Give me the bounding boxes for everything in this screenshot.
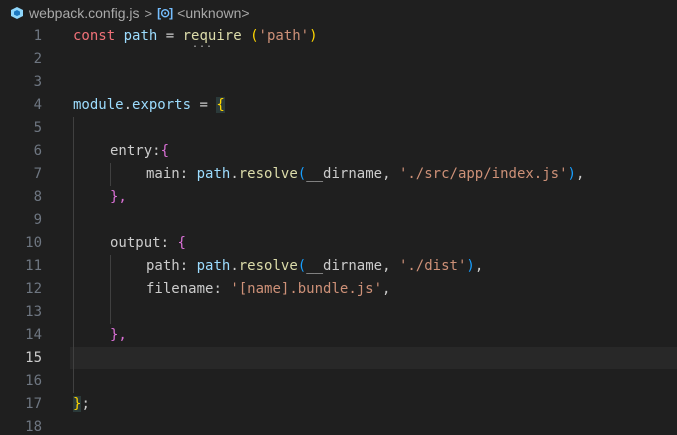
bracket: ( — [297, 258, 307, 274]
operator: , — [382, 258, 391, 274]
property-key: path — [146, 258, 180, 274]
bracket: }, — [110, 189, 127, 205]
line-number: 4 — [33, 97, 42, 113]
property-key: main — [146, 166, 180, 182]
line-number: 5 — [33, 120, 42, 136]
operator: ; — [81, 396, 90, 412]
code-line-12[interactable]: filename: '[name].bundle.js', — [146, 281, 390, 297]
bracket-highlighted: { — [216, 97, 225, 113]
property-key: entry — [110, 143, 153, 159]
code-line-11[interactable]: path: path.resolve(__dirname, './dist'), — [146, 258, 483, 274]
operator: , — [575, 166, 585, 182]
operator: : — [152, 143, 161, 159]
bracket: ( — [250, 28, 259, 44]
operator: , — [382, 281, 391, 297]
breadcrumb: webpack.config.js > [⊙] <unknown> — [0, 0, 677, 26]
operator: : — [179, 258, 189, 274]
code-line-10[interactable]: output: { — [110, 235, 186, 251]
operator: = — [199, 97, 208, 113]
indent-guide — [110, 163, 111, 186]
bracket: ) — [567, 166, 576, 182]
code-line-4[interactable]: module.exports = { — [73, 97, 225, 113]
code-line-6[interactable]: entry:{ — [110, 143, 169, 159]
line-number: 3 — [33, 74, 42, 90]
line-number: 7 — [33, 166, 42, 182]
line-number: 11 — [25, 258, 42, 274]
line-number-active: 15 — [25, 350, 42, 366]
line-number: 16 — [25, 373, 42, 389]
current-line-highlight — [70, 347, 677, 369]
breadcrumb-symbol[interactable]: <unknown> — [177, 5, 249, 21]
line-number: 17 — [25, 396, 42, 412]
symbol-variable-icon: [⊙] — [157, 6, 173, 20]
string-literal: '[name].bundle.js' — [230, 281, 383, 297]
line-number: 18 — [25, 419, 42, 435]
operator: : — [179, 166, 189, 182]
line-number: 12 — [25, 281, 42, 297]
indent-guide — [110, 255, 111, 324]
identifier: __dirname — [306, 258, 383, 274]
line-number: 10 — [25, 235, 42, 251]
webpack-cube-icon — [10, 6, 24, 20]
operator: : — [160, 235, 170, 251]
identifier: exports — [132, 97, 192, 113]
line-number: 9 — [33, 212, 42, 228]
line-number: 13 — [25, 304, 42, 320]
identifier: module — [73, 97, 124, 113]
property-key: filename — [146, 281, 214, 297]
line-number: 6 — [33, 143, 42, 159]
identifier: __dirname — [306, 166, 383, 182]
function-call: resolve — [238, 258, 298, 274]
bracket: }, — [110, 327, 127, 343]
code-line-8[interactable]: }, — [110, 189, 127, 205]
code-line-17[interactable]: }; — [73, 396, 90, 412]
bracket: { — [160, 143, 170, 159]
hover-hint-dots: ... — [192, 39, 214, 50]
operator: . — [123, 97, 133, 113]
property-key: output — [110, 235, 161, 251]
identifier: path — [196, 258, 231, 274]
code-line-14[interactable]: }, — [110, 327, 127, 343]
chevron-right-icon: > — [144, 5, 153, 21]
bracket: ) — [309, 28, 318, 44]
identifier: path — [123, 28, 158, 44]
breadcrumb-file[interactable]: webpack.config.js — [29, 5, 140, 21]
code-editor[interactable]: webpack.config.js > [⊙] <unknown> 1 2 3 … — [0, 0, 677, 435]
operator: . — [230, 166, 239, 182]
operator: : — [213, 281, 222, 297]
bracket: ( — [297, 166, 307, 182]
string-literal: './dist' — [398, 258, 467, 274]
line-number: 14 — [25, 327, 42, 343]
keyword-const: const — [73, 28, 116, 44]
operator: . — [230, 258, 239, 274]
bracket: { — [177, 235, 186, 251]
operator: , — [382, 166, 391, 182]
line-number: 1 — [33, 28, 42, 44]
identifier: path — [196, 166, 231, 182]
string-literal: './src/app/index.js' — [398, 166, 568, 182]
indent-guide — [73, 117, 74, 393]
line-number: 2 — [33, 51, 42, 67]
line-number: 8 — [33, 189, 42, 205]
operator: = — [165, 28, 175, 44]
string-literal: 'path' — [258, 28, 310, 44]
operator: , — [474, 258, 484, 274]
code-line-7[interactable]: main: path.resolve(__dirname, './src/app… — [146, 166, 584, 182]
function-call: resolve — [238, 166, 298, 182]
bracket: ) — [466, 258, 475, 274]
